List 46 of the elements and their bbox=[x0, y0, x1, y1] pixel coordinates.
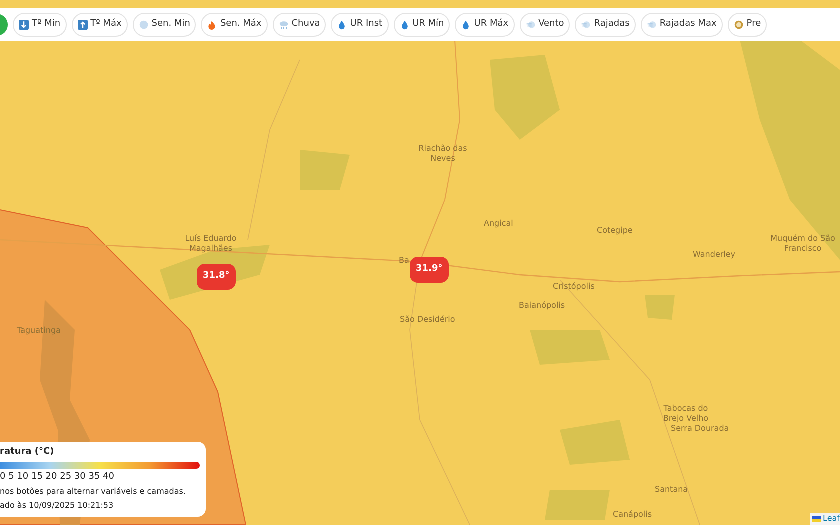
layer-button[interactable]: Rajadas Max bbox=[640, 12, 723, 36]
fire-icon bbox=[207, 20, 218, 30]
layer-button[interactable]: Tº Min bbox=[13, 12, 67, 36]
place-label: Muquém do São Francisco bbox=[770, 234, 836, 254]
place-label: Serra Dourada bbox=[671, 424, 730, 434]
place-label: Angical bbox=[484, 219, 514, 229]
layer-button[interactable]: Tº Máx bbox=[72, 12, 128, 36]
scale-values: 0 5 10 15 20 25 30 35 40 bbox=[0, 470, 116, 484]
layer-button[interactable]: Sen. Min bbox=[132, 12, 196, 36]
flag-icon bbox=[812, 516, 822, 522]
layer-button[interactable]: UR Máx bbox=[455, 12, 515, 36]
layer-button[interactable]: UR Mín bbox=[394, 12, 450, 36]
update-time: ado às 10/09/2025 10:21:53 bbox=[0, 500, 115, 512]
place-label: Cotegipe bbox=[597, 226, 633, 236]
place-label: Luís Eduardo Magalhães bbox=[184, 234, 238, 254]
place-label: Canápolis bbox=[613, 510, 652, 520]
place-label: Ba bbox=[399, 256, 410, 266]
place-label: Riachão das Neves bbox=[418, 144, 468, 164]
layer-button[interactable]: UR Inst bbox=[331, 12, 389, 36]
layer-button[interactable]: Sen. Máx bbox=[201, 12, 268, 36]
gauge-icon bbox=[734, 20, 744, 30]
cloud-rain-icon bbox=[278, 20, 289, 30]
place-label: Wanderley bbox=[693, 250, 736, 260]
wind-icon bbox=[646, 20, 657, 30]
temperature-marker[interactable]: 31.8° bbox=[197, 264, 236, 290]
place-label: Cristópolis bbox=[553, 282, 595, 292]
place-label: Tabocas do Brejo Velho bbox=[662, 404, 710, 424]
wind-icon bbox=[526, 20, 536, 30]
legend-title: ratura (°C) bbox=[0, 446, 56, 459]
place-label: Taguatinga bbox=[17, 326, 61, 336]
up-arrow-icon bbox=[78, 20, 88, 30]
down-arrow-icon bbox=[19, 20, 29, 30]
layer-button[interactable]: Vento bbox=[520, 12, 570, 36]
place-label: Baianópolis bbox=[519, 301, 566, 311]
droplet-icon bbox=[337, 20, 348, 30]
place-label: Santana bbox=[655, 485, 688, 495]
temperature-marker[interactable]: 31.9° bbox=[410, 257, 449, 282]
layer-button[interactable]: Pre bbox=[728, 12, 768, 36]
layer-button[interactable]: Chuva bbox=[272, 12, 326, 36]
droplet-icon bbox=[400, 20, 410, 30]
place-label: São Desidério bbox=[400, 315, 456, 325]
wind-icon bbox=[581, 20, 592, 30]
legend-hint: nos botões para alternar variáveis e camadas. bbox=[0, 486, 187, 498]
layer-button[interactable]: Rajadas bbox=[575, 12, 636, 36]
attribution-link[interactable]: Leaf bbox=[823, 513, 840, 525]
droplet-icon bbox=[461, 20, 472, 30]
